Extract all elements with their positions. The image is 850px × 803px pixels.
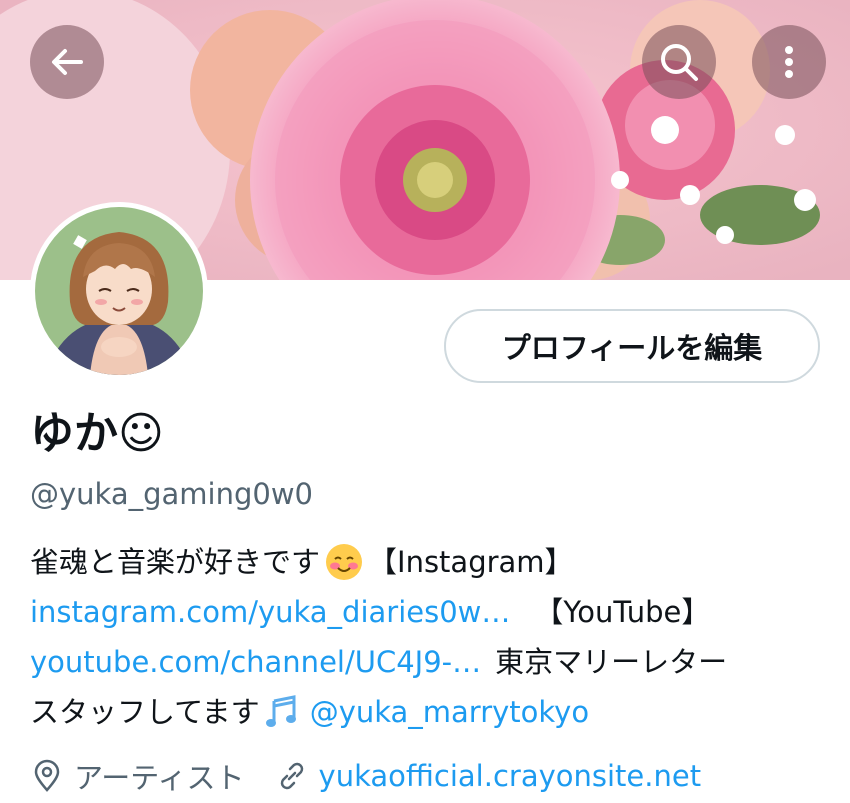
back-button[interactable] — [30, 25, 104, 99]
bio-line-1: 雀魂と音楽が好きです 【Instagram】 — [30, 537, 830, 587]
musical-notes-emoji — [265, 695, 296, 727]
bio-line-4: スタッフしてます @yuka_marrytokyo — [30, 687, 830, 737]
link-icon — [280, 762, 303, 790]
profile-location: アーティスト — [74, 761, 245, 795]
smiling-blush-emoji — [326, 544, 363, 580]
search-icon — [661, 44, 698, 81]
more-options-button[interactable] — [752, 25, 826, 99]
avatar-illustration — [35, 207, 203, 375]
bio-text: 雀魂と音楽が好きです — [30, 545, 321, 579]
avatar[interactable] — [30, 202, 208, 380]
profile-website-link[interactable]: yukaofficial.crayonsite.net — [319, 759, 702, 793]
edit-profile-label: プロフィールを編集 — [501, 331, 763, 365]
mention-link[interactable]: @yuka_marrytokyo — [310, 687, 589, 737]
user-handle: @yuka_gaming0w0 — [30, 477, 313, 511]
bio-line-3: youtube.com/channel/UC4J9-… 東京マリーレター — [30, 637, 830, 687]
instagram-tag: 【Instagram】 — [368, 545, 574, 579]
search-button[interactable] — [642, 25, 716, 99]
display-name: ゆか☺ — [30, 408, 164, 459]
youtube-link[interactable]: youtube.com/channel/UC4J9-… — [30, 637, 481, 687]
more-vertical-icon — [785, 46, 793, 78]
youtube-tag: 【YouTube】 — [534, 595, 711, 629]
location-pin-icon — [34, 759, 60, 792]
bio-text: 東京マリーレター — [495, 645, 728, 679]
instagram-link[interactable]: instagram.com/yuka_diaries0w… — [30, 587, 510, 637]
bio-line-2: instagram.com/yuka_diaries0w… 【YouTube】 — [30, 587, 830, 637]
arrow-left-icon — [52, 49, 83, 75]
edit-profile-button[interactable]: プロフィールを編集 — [444, 309, 820, 383]
bio-text: スタッフしてます — [30, 695, 260, 729]
profile-meta-row: アーティスト yukaofficial.crayonsite.net — [30, 752, 701, 800]
profile-bio: 雀魂と音楽が好きです 【Instagram】 instagram.com/yuk… — [30, 537, 830, 737]
